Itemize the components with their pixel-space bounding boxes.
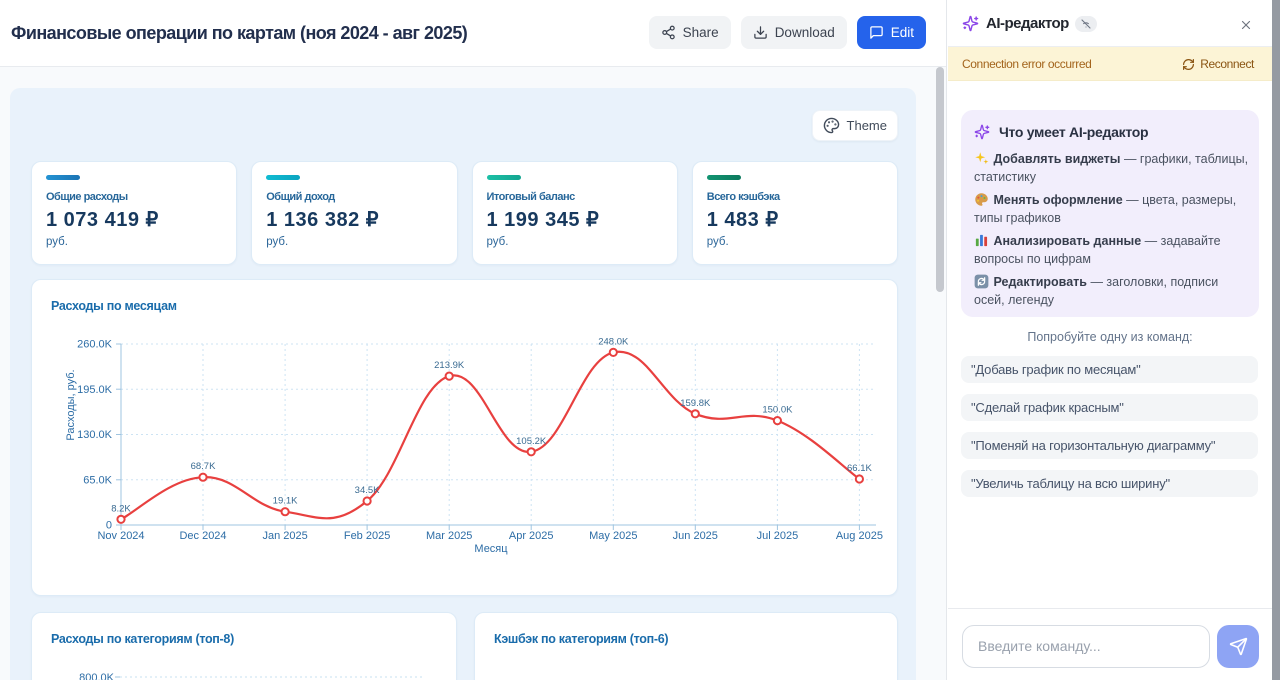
- svg-text:260.0K: 260.0K: [77, 339, 113, 351]
- svg-text:Dec 2024: Dec 2024: [179, 530, 226, 542]
- svg-text:66.1K: 66.1K: [847, 463, 872, 474]
- svg-text:May 2025: May 2025: [589, 530, 637, 542]
- svg-text:Apr 2025: Apr 2025: [509, 530, 554, 542]
- svg-text:Nov 2024: Nov 2024: [97, 530, 144, 542]
- svg-text:Месяц: Месяц: [474, 543, 508, 555]
- svg-text:195.0K: 195.0K: [77, 384, 113, 396]
- svg-text:248.0K: 248.0K: [598, 336, 629, 347]
- svg-text:Mar 2025: Mar 2025: [426, 530, 472, 542]
- svg-text:Расходы, руб.: Расходы, руб.: [65, 369, 77, 440]
- svg-text:105.2K: 105.2K: [516, 436, 547, 447]
- svg-text:65.0K: 65.0K: [83, 474, 112, 486]
- svg-text:34.5K: 34.5K: [355, 485, 380, 496]
- svg-text:Feb 2025: Feb 2025: [344, 530, 390, 542]
- svg-text:800.0K: 800.0K: [79, 672, 115, 680]
- svg-text:159.8K: 159.8K: [680, 398, 711, 409]
- svg-text:Jun 2025: Jun 2025: [673, 530, 718, 542]
- svg-text:68.7K: 68.7K: [191, 461, 216, 472]
- svg-text:8.2K: 8.2K: [111, 503, 131, 514]
- svg-text:130.0K: 130.0K: [77, 429, 113, 441]
- svg-text:213.9K: 213.9K: [434, 360, 465, 371]
- svg-text:Jul 2025: Jul 2025: [757, 530, 799, 542]
- svg-text:Jan 2025: Jan 2025: [262, 530, 307, 542]
- svg-text:150.0K: 150.0K: [762, 405, 793, 416]
- svg-text:Aug 2025: Aug 2025: [836, 530, 883, 542]
- svg-text:19.1K: 19.1K: [273, 496, 298, 507]
